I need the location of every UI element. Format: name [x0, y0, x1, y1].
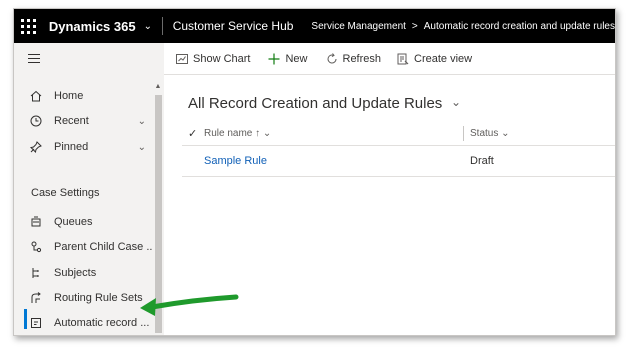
create-view-icon — [397, 53, 409, 65]
sidebar-item-label: Subjects — [54, 267, 97, 279]
sidebar-item-label: Recent — [54, 115, 89, 127]
show-chart-label: Show Chart — [193, 52, 251, 65]
view-title[interactable]: All Record Creation and Update Rules — [188, 95, 442, 112]
sidebar-item-routing-rule-sets[interactable]: Routing Rule Sets — [14, 286, 152, 310]
active-indicator — [24, 309, 27, 329]
grid-header: ✓ Rule name ↑ ⌄ Status ⌄ — [182, 123, 615, 146]
chevron-down-icon[interactable]: ⌄ — [144, 21, 152, 32]
chevron-down-icon[interactable]: ⌄ — [138, 116, 146, 127]
checkmark-icon[interactable]: ✓ — [188, 127, 197, 140]
main-content: All Record Creation and Update Rules ⌄ ✓… — [164, 75, 615, 335]
pin-icon — [28, 141, 44, 153]
breadcrumb-entity: Automatic record creation and update rul… — [423, 20, 615, 32]
sort-ascending-icon: ↑ ⌄ — [255, 128, 272, 139]
clock-icon — [28, 115, 44, 127]
automatic-record-icon — [28, 317, 44, 329]
command-bar: Show Chart New Refresh Create view — [164, 43, 615, 75]
status-cell: Draft — [470, 155, 494, 167]
create-view-label: Create view — [414, 52, 473, 65]
queue-icon — [28, 216, 44, 228]
sidebar: ▲ Home Recent ⌄ Pinned ⌄ Case Settings Q… — [14, 43, 165, 335]
app-window: Dynamics 365 ⌄ Customer Service Hub Serv… — [13, 8, 616, 336]
sidebar-item-recent[interactable]: Recent ⌄ — [14, 109, 152, 133]
refresh-button[interactable]: Refresh — [326, 52, 382, 65]
chevron-down-icon[interactable]: ⌄ — [451, 95, 461, 109]
top-bar: Dynamics 365 ⌄ Customer Service Hub Serv… — [14, 9, 615, 43]
table-row[interactable]: Sample Rule Draft — [182, 146, 615, 177]
subjects-icon — [28, 267, 44, 279]
column-header-label: Rule name — [204, 128, 253, 139]
sidebar-item-label: Parent Child Case ... — [54, 241, 152, 253]
sidebar-item-pinned[interactable]: Pinned ⌄ — [14, 135, 152, 159]
sidebar-item-label: Home — [54, 90, 84, 102]
refresh-label: Refresh — [342, 52, 382, 65]
new-button[interactable]: New — [268, 52, 308, 65]
divider — [161, 17, 163, 35]
sidebar-item-label: Routing Rule Sets — [54, 292, 143, 304]
parent-child-icon — [28, 241, 44, 253]
sidebar-item-label: Pinned — [54, 141, 89, 153]
create-view-button[interactable]: Create view — [397, 53, 472, 65]
show-chart-button[interactable]: Show Chart — [176, 53, 250, 65]
chevron-down-icon[interactable]: ⌄ — [138, 142, 146, 153]
refresh-icon — [326, 52, 338, 65]
chart-icon — [176, 53, 188, 65]
sidebar-item-label: Automatic record ... — [54, 317, 150, 329]
section-title: Case Settings — [31, 187, 100, 199]
app-launcher-icon[interactable] — [14, 9, 43, 43]
sidebar-item-queues[interactable]: Queues — [14, 210, 152, 234]
sidebar-item-parent-child-case[interactable]: Parent Child Case ... — [14, 235, 152, 259]
routing-icon — [28, 292, 44, 304]
chevron-down-icon: ⌄ — [501, 128, 510, 139]
scroll-up-icon[interactable]: ▲ — [153, 83, 163, 90]
breadcrumb-area[interactable]: Service Management — [311, 21, 406, 32]
hamburger-menu-icon[interactable] — [28, 54, 40, 66]
plus-icon — [268, 53, 280, 65]
sidebar-item-automatic-record[interactable]: Automatic record ... — [14, 311, 152, 335]
sidebar-item-subjects[interactable]: Subjects — [14, 261, 152, 285]
sidebar-item-home[interactable]: Home — [14, 84, 152, 108]
column-header-status[interactable]: Status ⌄ — [470, 128, 510, 139]
sidebar-item-label: Queues — [54, 216, 93, 228]
column-divider[interactable] — [463, 126, 464, 141]
rule-name-link[interactable]: Sample Rule — [204, 155, 267, 167]
scrollbar-thumb[interactable] — [155, 95, 162, 333]
chevron-right-icon: > — [411, 20, 418, 32]
brand-name[interactable]: Dynamics 365 — [49, 19, 136, 34]
column-header-label: Status — [470, 128, 499, 139]
column-header-rule-name[interactable]: Rule name ↑ ⌄ — [204, 128, 271, 139]
home-icon — [28, 90, 44, 102]
app-name[interactable]: Customer Service Hub — [173, 19, 294, 33]
new-label: New — [285, 52, 308, 65]
